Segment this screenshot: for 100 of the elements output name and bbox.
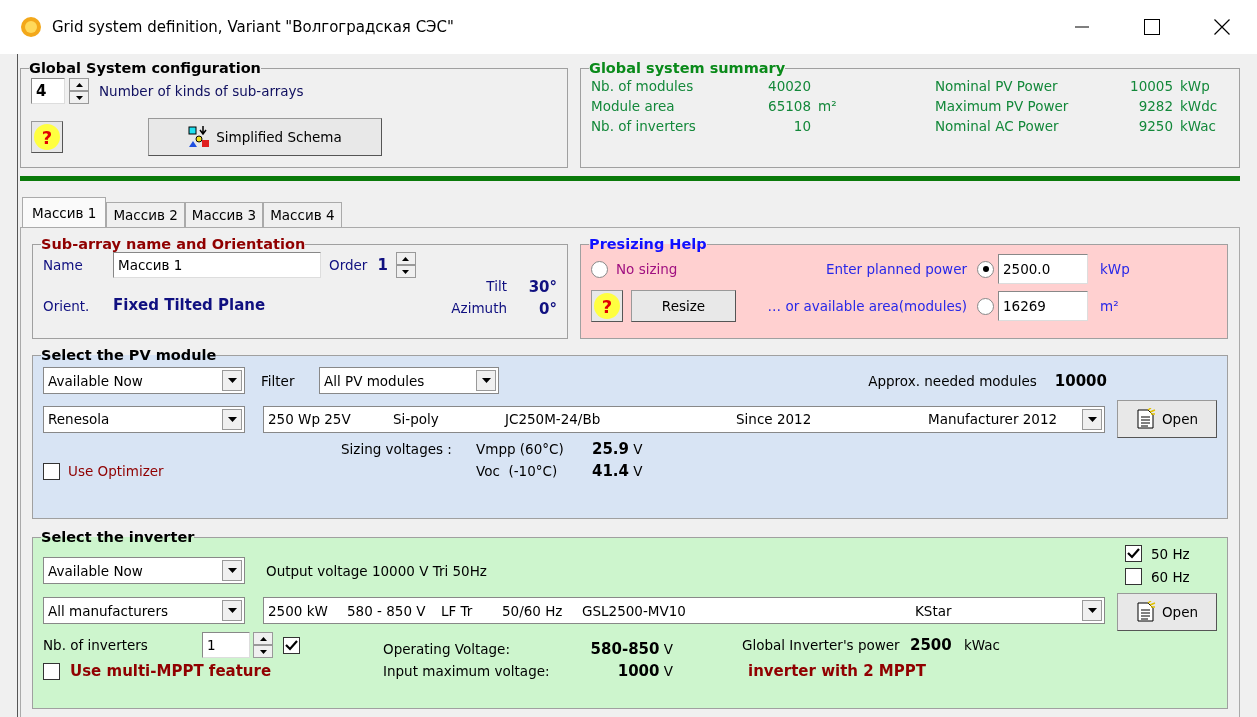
summary-label: Nominal PV Power [935,78,1059,94]
summary-value: 9250 [1137,118,1173,134]
down-arrow-icon [75,95,83,100]
value-field[interactable]: 2500.0 [998,254,1088,284]
orient-label: Orient. [43,298,91,314]
unit-label: kWp [1100,261,1130,277]
orient-value: Fixed Tilted Plane [113,296,266,314]
inverter-count-label: Nb. of inverters [43,637,149,653]
group-title: Presizing Help [589,236,707,252]
radio-button[interactable] [977,260,994,278]
option-label: Enter planned power [824,261,967,277]
group-title: Global system summary [589,60,786,76]
unit-label: kWac [964,637,1000,653]
value-field[interactable]: 16269 [998,291,1088,321]
unit-label: m² [1100,298,1119,314]
model-dropdown[interactable]: 250 Wp 25V Si-poly JC250M-24/Bb Since 2012 Manufacturer 2012 [263,405,1105,433]
document-icon [1135,408,1156,430]
unit-label: V [633,441,643,457]
open-button[interactable]: Open [1117,400,1217,438]
manufacturer-dropdown[interactable]: Renesola [43,405,245,433]
optimizer-label: Use Optimizer [68,463,164,479]
schema-button[interactable]: Simplified Schema [148,118,382,156]
maximize-icon [1144,19,1160,35]
unit-label: V [663,641,673,657]
max-voltage-label: Input maximum voltage: [383,663,551,679]
caret-icon [1087,416,1097,422]
radio-button[interactable] [591,260,608,278]
filter-dropdown[interactable]: All PV modules [319,367,499,394]
up-arrow-icon [75,82,83,87]
tab[interactable]: Массив 1 [22,197,107,227]
group-title: Select the PV module [41,347,217,363]
group-title: Select the inverter [41,529,195,545]
availability-dropdown[interactable]: Available Now [43,557,245,584]
max-voltage-value: 1000 [617,662,660,680]
azimuth-value: 0° [538,300,557,318]
document-icon [1135,601,1156,623]
mppt-note: inverter with 2 MPPT [748,662,927,680]
power-label: Global Inverter's power [742,637,900,653]
checkbox[interactable] [43,462,60,480]
caret-icon [227,568,237,573]
model-dropdown[interactable]: 2500 kW 580 - 850 V LF Tr 50/60 Hz GSL2500-MV10 KStar [263,597,1105,624]
tab[interactable]: Массив 2 [106,202,185,227]
count-label: Number of kinds of sub-arrays [99,83,304,99]
spinner-control[interactable] [395,252,416,278]
checkbox[interactable] [43,662,60,680]
checkbox[interactable] [283,636,300,654]
close-icon [1214,19,1230,35]
order-label: Order [329,257,368,273]
output-voltage-text: Output voltage 10000 V Tri 50Hz [266,562,487,579]
caret-icon [227,416,237,422]
summary-label: Module area [591,98,676,114]
summary-value: 10 [792,118,811,134]
help-button[interactable]: ? [591,290,623,322]
voltage-value: 25.9 [592,440,629,458]
sizing-label: Sizing voltages : [341,441,453,457]
name-label: Name [43,257,84,273]
tab[interactable]: Массив 4 [263,202,342,227]
power-value: 2500 [909,636,952,654]
voltage-value: 41.4 [592,462,629,480]
name-field[interactable]: Массив 1 [113,252,321,278]
azimuth-label: Azimuth [451,300,507,318]
group-title: Sub-array name and Orientation [41,236,306,252]
spinner-control[interactable] [69,78,89,104]
checkbox[interactable] [1125,545,1142,562]
option-label: No sizing [616,261,678,277]
needed-label: Approx. needed modules [868,372,1037,389]
inverter-count-field[interactable]: 1 [202,632,250,658]
summary-value: 9282 [1137,98,1173,114]
operating-value: 580-850 [590,640,660,658]
unit-label: V [633,463,643,479]
help-button[interactable]: ? [31,121,63,153]
needed-value: 10000 [1054,371,1107,390]
caret-icon [481,378,491,383]
radio-button[interactable] [977,297,994,315]
resize-button[interactable]: Resize [631,290,736,322]
summary-value: 65108 [767,98,811,114]
caret-icon [227,378,237,383]
up-arrow-icon [402,256,410,261]
multi-mppt-label: Use multi-MPPT feature [70,662,272,680]
count-field[interactable]: 4 [31,78,65,104]
open-button[interactable]: Open [1117,593,1217,631]
unit-label: m² [817,98,838,114]
group-title: Global System configuration [29,60,261,76]
checkbox[interactable] [1125,568,1142,585]
spinner-control[interactable] [253,632,273,658]
availability-dropdown[interactable]: Available Now [43,367,245,394]
order-value: 1 [377,256,388,274]
summary-label: Nb. of inverters [591,118,697,134]
tab[interactable]: Массив 3 [184,202,264,227]
schema-icon [188,126,211,148]
unit-label: kWdc [1179,98,1219,114]
tilt-label: Tilt [485,278,507,296]
unit-label: kWac [1179,118,1217,134]
summary-value: 10005 [1129,78,1173,94]
unit-label: V [663,663,673,679]
summary-value: 40020 [767,78,811,94]
option-label: … or available area(modules) [766,298,967,314]
voltage-label: Voc (-10°C) [476,463,559,479]
up-arrow-icon [259,636,267,641]
manufacturer-dropdown[interactable]: All manufacturers [43,597,245,624]
